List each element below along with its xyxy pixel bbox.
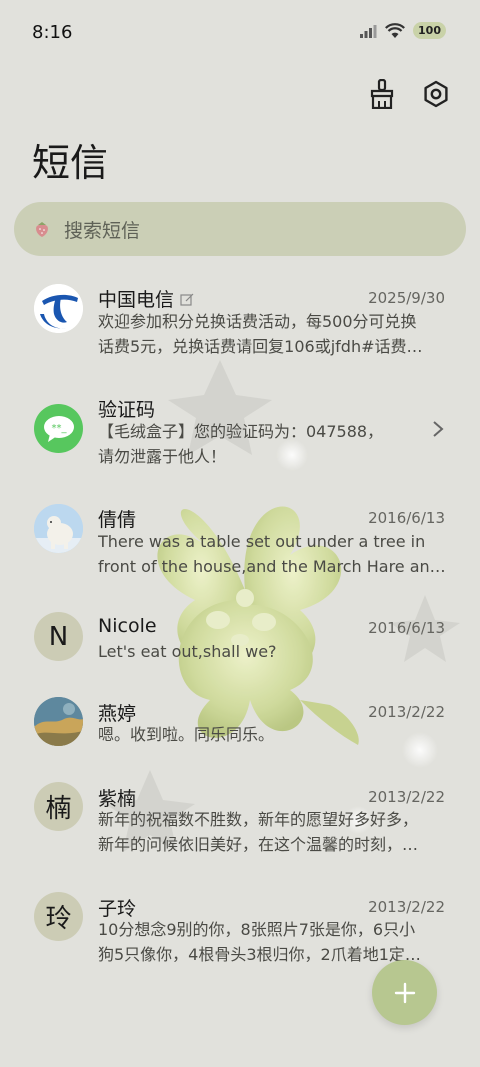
new-message-button[interactable] bbox=[372, 960, 437, 1025]
message-date: 2016/6/13 bbox=[368, 619, 445, 637]
contact-name: 中国电信 bbox=[98, 285, 194, 312]
message-date: 2025/9/30 bbox=[368, 289, 445, 307]
china-telecom-logo-icon bbox=[34, 284, 83, 333]
avatar: **_ bbox=[34, 404, 83, 453]
search-bar[interactable]: 搜索短信 bbox=[14, 202, 466, 256]
contact-name: 倩倩 bbox=[98, 509, 137, 531]
strawberry-icon bbox=[36, 222, 48, 237]
signal-icon bbox=[360, 24, 377, 38]
gear-icon bbox=[424, 80, 448, 108]
avatar bbox=[34, 284, 83, 333]
message-preview: 10分想念9别的你，8张照片7张是你，6只小 狗5只像你，4根骨头3根归你，2爪… bbox=[98, 920, 421, 964]
settings-button[interactable] bbox=[420, 78, 452, 110]
status-time: 8:16 bbox=[32, 22, 73, 43]
message-preview: 【毛绒盒子】您的验证码为：047588， 请勿泄露于他人！ bbox=[98, 422, 384, 466]
plus-icon bbox=[394, 982, 415, 1003]
message-preview: There was a table set out under a tree i… bbox=[98, 532, 446, 576]
polar-bear-photo-icon bbox=[34, 504, 83, 553]
message-preview: 嗯。收到啦。同乐同乐。 bbox=[98, 725, 275, 744]
status-icons: 100 bbox=[359, 22, 446, 39]
message-date: 2013/2/22 bbox=[368, 788, 445, 806]
contact-name: Nicole bbox=[98, 615, 157, 637]
header-actions bbox=[366, 78, 452, 110]
wifi-icon bbox=[385, 22, 406, 38]
contact-name: 子玲 bbox=[98, 898, 137, 920]
avatar: 楠 bbox=[34, 782, 83, 831]
list-item[interactable]: **_ 验证码 【毛绒盒子】您的验证码为：047588， 请勿泄露于他人！ bbox=[0, 382, 480, 482]
contact-name: 燕婷 bbox=[98, 703, 137, 725]
message-preview: 欢迎参加积分兑换话费活动，每500分可兑换 话费5元，兑换话费请回复106或jf… bbox=[98, 312, 423, 356]
status-bar: 8:16 100 bbox=[0, 0, 480, 68]
message-date: 2016/6/13 bbox=[368, 509, 445, 527]
chevron-right-icon[interactable] bbox=[432, 420, 444, 438]
battery-indicator: 100 bbox=[413, 22, 446, 39]
avatar: 玲 bbox=[34, 892, 83, 941]
message-date: 2013/2/22 bbox=[368, 703, 445, 721]
avatar bbox=[34, 504, 83, 553]
broom-icon bbox=[370, 79, 394, 109]
sms-code-icon: **_ bbox=[43, 415, 74, 442]
edit-icon bbox=[180, 293, 194, 306]
contact-name: 验证码 bbox=[98, 399, 156, 421]
page-title: 短信 bbox=[32, 141, 109, 185]
contact-name: 紫楠 bbox=[98, 788, 137, 810]
svg-text:**_: **_ bbox=[51, 423, 67, 434]
list-item[interactable]: N Nicole 2016/6/13 Let's eat out,shall w… bbox=[0, 602, 480, 702]
landscape-photo-icon bbox=[34, 697, 83, 746]
search-placeholder: 搜索短信 bbox=[64, 219, 141, 242]
avatar: N bbox=[34, 612, 83, 661]
message-date: 2013/2/22 bbox=[368, 898, 445, 916]
message-preview: Let's eat out,shall we? bbox=[98, 642, 277, 661]
message-preview: 新年的祝福数不胜数，新年的愿望好多好多， 新年的问候依旧美好，在这个温馨的时刻，… bbox=[98, 810, 419, 854]
list-item[interactable]: 楠 紫楠 2013/2/22 新年的祝福数不胜数，新年的愿望好多好多， 新年的问… bbox=[0, 782, 480, 882]
list-item[interactable]: 中国电信 2025/9/30 欢迎参加积分兑换话费活动，每500分可兑换 话费5… bbox=[0, 272, 480, 372]
avatar bbox=[34, 697, 83, 746]
clean-button[interactable] bbox=[366, 78, 398, 110]
list-item[interactable]: 倩倩 2016/6/13 There was a table set out u… bbox=[0, 492, 480, 592]
